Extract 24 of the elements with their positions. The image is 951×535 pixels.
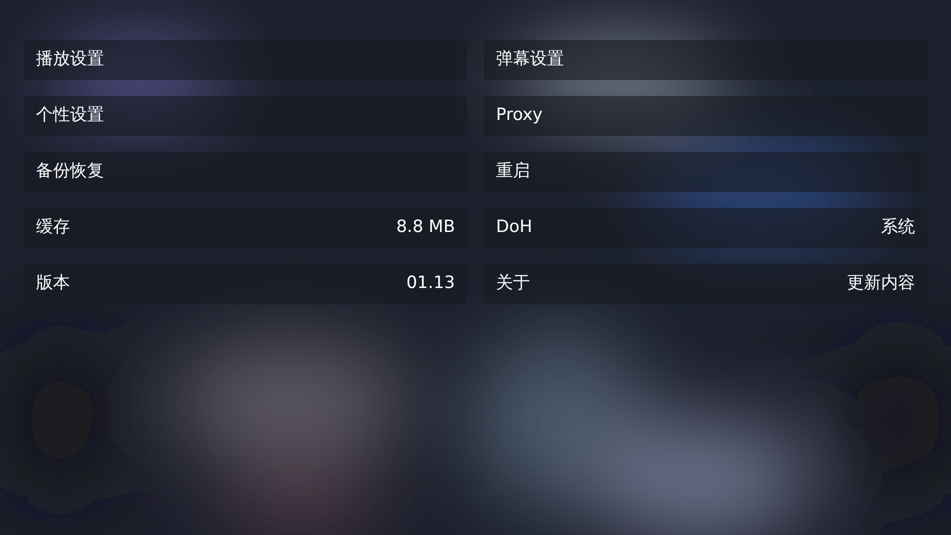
settings-label: 备份恢复 [36,160,104,184]
settings-label: 播放设置 [36,48,104,72]
settings-label: 版本 [36,272,70,296]
settings-value: 01.13 [406,272,455,296]
settings-item[interactable]: DoH 系统 [484,208,927,248]
settings-item[interactable]: 重启 [484,152,927,192]
settings-value: 更新内容 [847,272,915,296]
settings-item[interactable]: 缓存 8.8 MB [24,208,467,248]
settings-value: 8.8 MB [396,216,455,240]
settings-value: 系统 [881,216,915,240]
settings-item[interactable]: 播放设置 [24,40,467,80]
settings-item[interactable]: 备份恢复 [24,152,467,192]
settings-label: 缓存 [36,216,70,240]
settings-label: 弹幕设置 [496,48,564,72]
settings-label: 关于 [496,272,530,296]
settings-item[interactable]: 弹幕设置 [484,40,927,80]
settings-item[interactable]: 个性设置 [24,96,467,136]
settings-item[interactable]: 关于 更新内容 [484,264,927,304]
settings-label: 重启 [496,160,530,184]
settings-label: DoH [496,216,532,240]
settings-item[interactable]: 版本 01.13 [24,264,467,304]
settings-item[interactable]: Proxy [484,96,927,136]
settings-label: 个性设置 [36,104,104,128]
settings-label: Proxy [496,104,543,128]
